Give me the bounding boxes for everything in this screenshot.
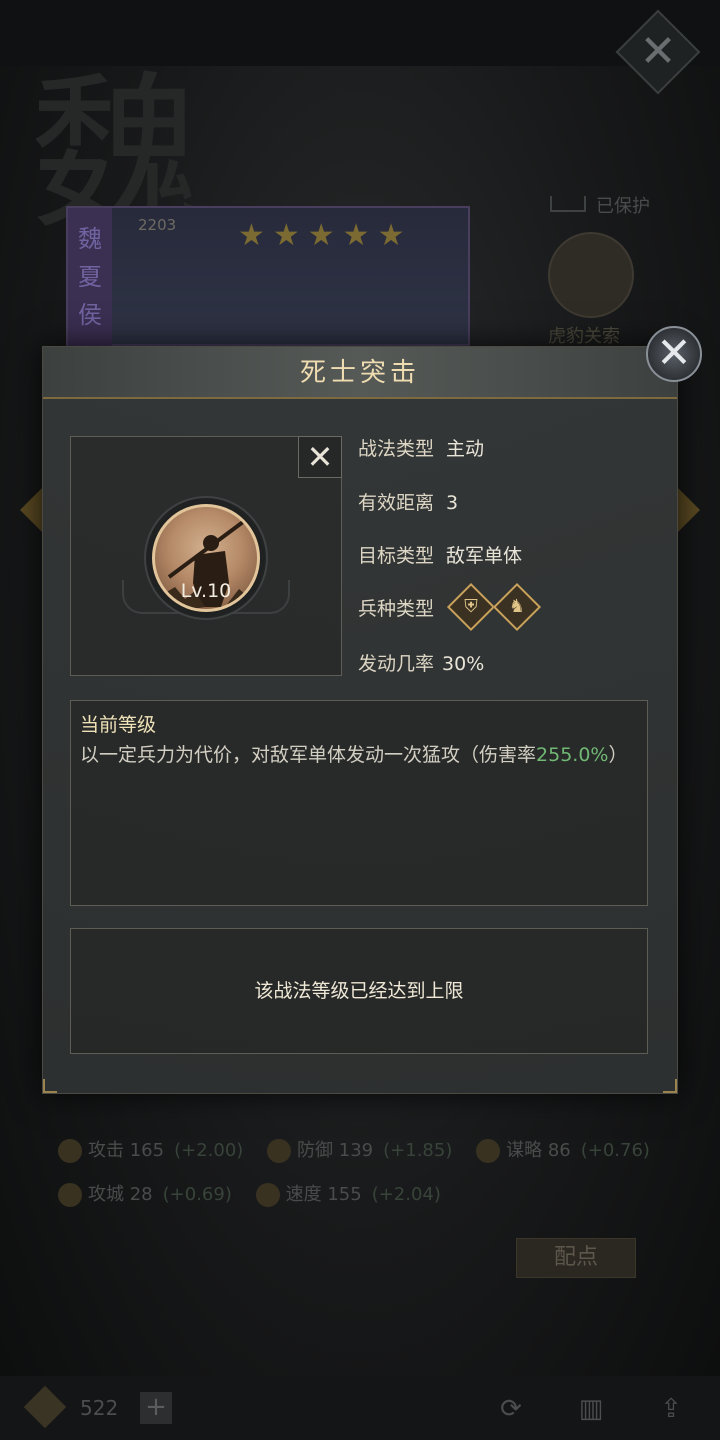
trigger-rate-value: 30% [442, 653, 485, 675]
stat-label: 攻击 [88, 1140, 124, 1161]
defense-icon [267, 1139, 292, 1163]
stat-label: 谋略 [506, 1140, 543, 1161]
background-skill-label: 虎豹关索 [548, 326, 620, 347]
share-icon: ⇪ [660, 1394, 682, 1424]
stat-label: 防御 [297, 1140, 334, 1161]
siege-icon [58, 1183, 82, 1207]
strategy-icon [476, 1139, 501, 1163]
next-arrow-icon [678, 488, 700, 532]
stats-row: 攻城 28 (+0.69) 速度 155 (+2.04) [58, 1180, 698, 1224]
background-hero-faction: 魏夏侯 [68, 208, 112, 346]
barcode-icon: ▥ [578, 1394, 604, 1424]
troop-type-label: 兵种类型 [358, 598, 435, 620]
stat-delta: (+2.04) [371, 1184, 441, 1205]
troop-type-row: 兵种类型 [358, 594, 434, 624]
range-value: 3 [446, 492, 459, 514]
background-star-rating: ★★★★★ [238, 218, 413, 253]
description-box [70, 700, 648, 906]
crossed-swords-close-icon[interactable]: ✕ [646, 326, 702, 382]
description-text: 以一定兵力为代价，对敌军单体发动一次猛攻（伤害率255.0%） [80, 740, 640, 770]
trigger-rate-row: 发动几率 30% [358, 649, 484, 679]
unequip-skill-button[interactable]: ✕ [298, 436, 342, 478]
add-currency-icon: + [140, 1392, 172, 1424]
stat-delta: (+1.85) [383, 1140, 453, 1161]
stats-row: 攻击 165 (+2.00) 防御 139 (+1.85) 谋略 86 (+0.76) [58, 1136, 698, 1180]
target-label: 目标类型 [358, 545, 435, 567]
range-label: 有效距离 [358, 492, 435, 514]
background-protect-label: 已保护 [596, 196, 650, 217]
stat-value: 86 [547, 1140, 571, 1161]
skill-type-value: 主动 [446, 438, 485, 460]
stat-delta: (+0.69) [162, 1184, 232, 1205]
damage-rate-value: 255.0% [536, 744, 609, 766]
stat-value: 28 [129, 1184, 153, 1205]
stat-label: 攻城 [88, 1184, 124, 1205]
currency-count: 522 [80, 1396, 119, 1420]
range-row: 有效距离 3 [358, 488, 458, 518]
background-allocate-button: 配点 [516, 1238, 636, 1278]
stat-delta: (+2.00) [174, 1140, 244, 1161]
protect-icon [550, 196, 586, 212]
skill-type-label: 战法类型 [358, 438, 435, 460]
cavalry-horse-glyph: ♞ [508, 596, 526, 617]
stat-value: 165 [129, 1140, 165, 1161]
max-level-notice: 该战法等级已经达到上限 [254, 980, 464, 1002]
skill-level: Lv.10 [180, 580, 232, 602]
skill-type-row: 战法类型 主动 [358, 434, 484, 464]
previous-arrow-icon [20, 488, 42, 532]
speed-icon [255, 1183, 280, 1207]
shield-infantry-glyph: ⛨ [464, 596, 478, 617]
background-stats: 攻击 165 (+2.00) 防御 139 (+1.85) 谋略 86 (+0.76)… [58, 1136, 698, 1224]
corner-ornament [663, 1079, 677, 1093]
stat-value: 139 [338, 1140, 374, 1161]
stat-value: 155 [327, 1184, 362, 1205]
description-title: 当前等级 [80, 714, 157, 736]
description-body: 以一定兵力为代价，对敌军单体发动一次猛攻（伤害率 [80, 744, 537, 766]
panel-title: 死士突击 [299, 358, 420, 388]
corner-ornament [43, 1079, 57, 1093]
refresh-icon: ⟳ [500, 1394, 522, 1424]
background-hero-number: 2203 [138, 216, 177, 234]
target-value: 敌军单体 [446, 545, 523, 567]
stat-label: 速度 [285, 1184, 322, 1205]
target-row: 目标类型 敌军单体 [358, 541, 522, 571]
description-end: ） [608, 744, 628, 766]
background-skill-icon [548, 232, 634, 318]
stat-delta: (+0.76) [580, 1140, 650, 1161]
attack-icon [58, 1139, 82, 1163]
trigger-rate-label: 发动几率 [358, 653, 435, 675]
background-close-icon: ✕ [639, 26, 677, 77]
